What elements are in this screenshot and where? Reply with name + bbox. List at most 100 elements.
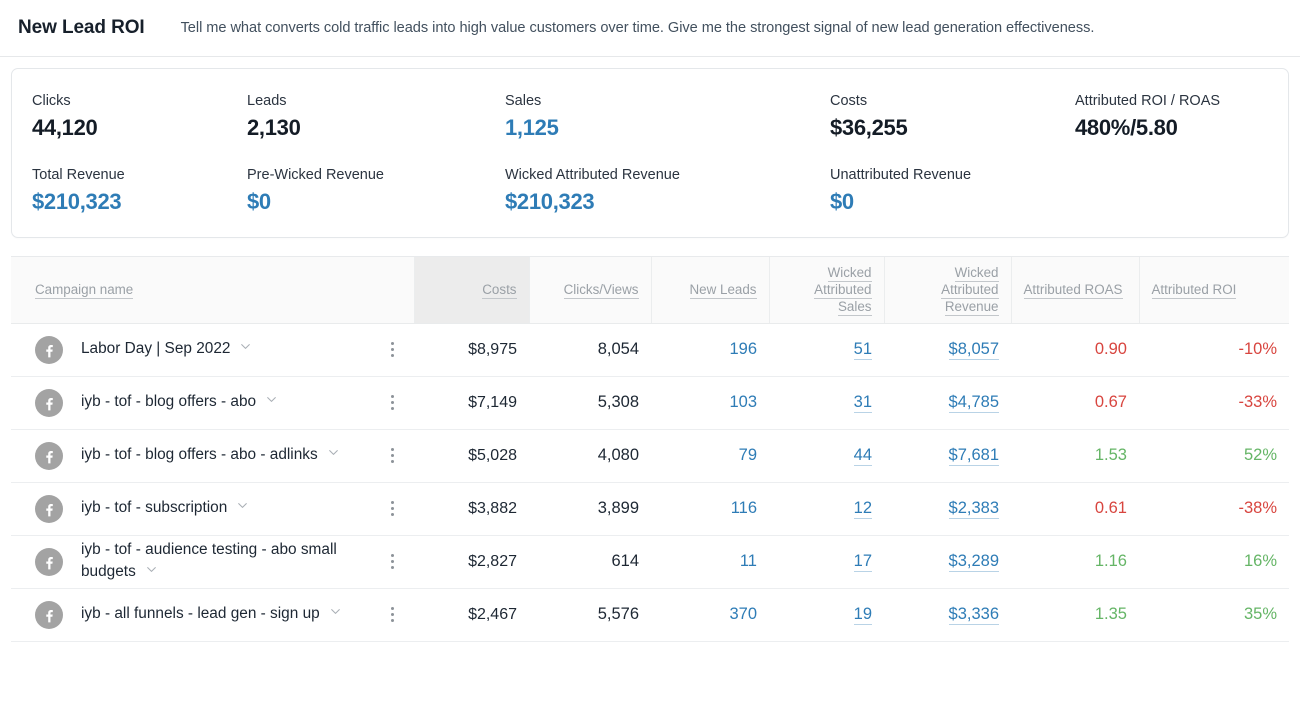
cell-wicked-attributed-sales[interactable]: 31 bbox=[769, 376, 884, 429]
row-actions-menu-icon[interactable] bbox=[382, 554, 402, 569]
cell-new-leads[interactable]: 196 bbox=[651, 323, 769, 376]
table-row[interactable]: Labor Day | Sep 2022 $8,975 8,054 196 51 $8,0… bbox=[11, 323, 1289, 376]
row-actions-menu-icon[interactable] bbox=[382, 501, 402, 516]
cell-wicked-attributed-sales[interactable]: 19 bbox=[769, 588, 884, 641]
campaign-name-label[interactable]: iyb - all funnels - lead gen - sign up bbox=[81, 603, 376, 625]
cell-costs: $5,028 bbox=[468, 446, 517, 464]
chevron-down-icon[interactable] bbox=[265, 391, 278, 413]
kpi-sales-value[interactable]: 1,125 bbox=[505, 115, 830, 141]
table-row[interactable]: iyb - tof - blog offers - abo $7,149 5,308… bbox=[11, 376, 1289, 429]
table-row[interactable]: iyb - tof - subscription $3,882 3,899 116 12… bbox=[11, 482, 1289, 535]
cell-wicked-attributed-revenue[interactable]: $8,057 bbox=[884, 323, 1011, 376]
table-row[interactable]: iyb - tof - audience testing - abo small… bbox=[11, 535, 1289, 588]
cell-attributed-roi: 35% bbox=[1243, 605, 1277, 623]
chevron-down-icon[interactable] bbox=[145, 561, 158, 583]
cell-clicks-views: 5,308 bbox=[597, 393, 639, 411]
chevron-down-icon[interactable] bbox=[329, 603, 342, 625]
chevron-down-icon[interactable] bbox=[327, 444, 340, 466]
cell-clicks-views: 5,576 bbox=[597, 605, 639, 623]
cell-clicks-views: 3,899 bbox=[597, 499, 639, 517]
kpi-leads-value: 2,130 bbox=[247, 115, 301, 140]
facebook-icon bbox=[35, 547, 63, 576]
cell-wicked-attributed-revenue[interactable]: $3,289 bbox=[884, 535, 1011, 588]
column-header-campaign-name[interactable]: Campaign name bbox=[11, 257, 415, 324]
kpi-wicked-attributed-revenue: Wicked Attributed Revenue $210,323 bbox=[505, 167, 830, 215]
column-header-wicked-attributed-revenue-label: Wicked Attributed Revenue bbox=[941, 265, 999, 317]
kpi-clicks: Clicks 44,120 bbox=[32, 93, 247, 141]
kpi-row-revenue: Total Revenue $210,323 Pre-Wicked Revenu… bbox=[12, 167, 1288, 215]
column-header-attributed-roas[interactable]: Attributed ROAS bbox=[1011, 257, 1140, 324]
kpi-pre-wicked-revenue-value[interactable]: $0 bbox=[247, 189, 505, 215]
cell-clicks-views: 614 bbox=[611, 552, 639, 570]
column-header-clicks-views[interactable]: Clicks/Views bbox=[529, 257, 652, 324]
row-actions-menu-icon[interactable] bbox=[382, 448, 402, 463]
row-actions-menu-icon[interactable] bbox=[382, 395, 402, 410]
cell-costs: $2,467 bbox=[468, 605, 517, 623]
cell-new-leads[interactable]: 116 bbox=[651, 482, 769, 535]
kpi-leads-label: Leads bbox=[247, 93, 287, 109]
campaign-name-cell[interactable]: iyb - all funnels - lead gen - sign up bbox=[11, 588, 414, 641]
kpi-costs: Costs $36,255 bbox=[830, 93, 1075, 141]
cell-wicked-attributed-sales[interactable]: 51 bbox=[769, 323, 884, 376]
campaign-name-cell[interactable]: iyb - tof - audience testing - abo small… bbox=[11, 535, 414, 588]
cell-new-leads[interactable]: 370 bbox=[651, 588, 769, 641]
table-row[interactable]: iyb - tof - blog offers - abo - adlinks $… bbox=[11, 429, 1289, 482]
chevron-down-icon[interactable] bbox=[236, 497, 249, 519]
campaign-name-label[interactable]: iyb - tof - blog offers - abo - adlinks bbox=[81, 444, 376, 466]
facebook-icon bbox=[35, 494, 63, 523]
campaign-name-cell[interactable]: iyb - tof - blog offers - abo bbox=[11, 376, 414, 429]
column-header-attributed-roi-label: Attributed ROI bbox=[1151, 282, 1237, 300]
kpi-costs-value: $36,255 bbox=[830, 115, 908, 140]
cell-attributed-roi: -33% bbox=[1238, 393, 1277, 411]
kpi-attributed-roi-roas: Attributed ROI / ROAS 480%/5.80 bbox=[1075, 93, 1275, 141]
cell-new-leads[interactable]: 79 bbox=[651, 429, 769, 482]
row-actions-menu-icon[interactable] bbox=[382, 342, 402, 357]
cell-attributed-roas: 0.90 bbox=[1094, 340, 1127, 358]
kpi-wicked-attributed-revenue-value[interactable]: $210,323 bbox=[505, 189, 830, 215]
cell-wicked-attributed-sales[interactable]: 12 bbox=[769, 482, 884, 535]
column-header-new-leads-label: New Leads bbox=[689, 282, 757, 300]
campaign-name-label[interactable]: iyb - tof - audience testing - abo small… bbox=[81, 539, 376, 583]
page-header: New Lead ROI Tell me what converts cold … bbox=[0, 0, 1300, 57]
kpi-total-revenue: Total Revenue $210,323 bbox=[32, 167, 247, 215]
kpi-unattributed-revenue: Unattributed Revenue $0 bbox=[830, 167, 1075, 215]
campaign-name-cell[interactable]: Labor Day | Sep 2022 bbox=[11, 323, 414, 376]
kpi-leads: Leads 2,130 bbox=[247, 93, 505, 141]
cell-new-leads[interactable]: 103 bbox=[651, 376, 769, 429]
cell-wicked-attributed-revenue[interactable]: $4,785 bbox=[884, 376, 1011, 429]
cell-wicked-attributed-revenue[interactable]: $7,681 bbox=[884, 429, 1011, 482]
campaign-name-label[interactable]: iyb - tof - subscription bbox=[81, 497, 376, 519]
kpi-unattributed-revenue-value[interactable]: $0 bbox=[830, 189, 1075, 215]
kpi-costs-label: Costs bbox=[830, 93, 868, 109]
kpi-unattributed-revenue-label: Unattributed Revenue bbox=[830, 167, 972, 183]
cell-attributed-roi: 16% bbox=[1243, 552, 1277, 570]
campaign-name-label[interactable]: Labor Day | Sep 2022 bbox=[81, 338, 376, 360]
campaign-table: Campaign name Costs Clicks/Views New Lea… bbox=[11, 257, 1289, 642]
column-header-attributed-roi[interactable]: Attributed ROI bbox=[1139, 257, 1289, 324]
column-header-new-leads[interactable]: New Leads bbox=[651, 257, 770, 324]
cell-wicked-attributed-revenue[interactable]: $3,336 bbox=[884, 588, 1011, 641]
kpi-pre-wicked-revenue: Pre-Wicked Revenue $0 bbox=[247, 167, 505, 215]
cell-wicked-attributed-revenue[interactable]: $2,383 bbox=[884, 482, 1011, 535]
kpi-attributed-roi-roas-label: Attributed ROI / ROAS bbox=[1075, 93, 1221, 109]
column-header-wicked-attributed-revenue[interactable]: Wicked Attributed Revenue bbox=[884, 257, 1012, 324]
kpi-pre-wicked-revenue-label: Pre-Wicked Revenue bbox=[247, 167, 384, 183]
column-header-campaign-name-label: Campaign name bbox=[35, 282, 134, 300]
cell-new-leads[interactable]: 11 bbox=[651, 535, 769, 588]
cell-clicks-views: 8,054 bbox=[597, 340, 639, 358]
table-row[interactable]: iyb - all funnels - lead gen - sign up $2… bbox=[11, 588, 1289, 641]
row-actions-menu-icon[interactable] bbox=[382, 607, 402, 622]
chevron-down-icon[interactable] bbox=[239, 338, 252, 360]
column-header-wicked-attributed-sales[interactable]: Wicked Attributed Sales bbox=[769, 257, 885, 324]
cell-wicked-attributed-sales[interactable]: 44 bbox=[769, 429, 884, 482]
kpi-total-revenue-value[interactable]: $210,323 bbox=[32, 189, 247, 215]
cell-attributed-roi: -38% bbox=[1238, 499, 1277, 517]
column-header-costs[interactable]: Costs bbox=[414, 257, 530, 324]
campaign-name-label[interactable]: iyb - tof - blog offers - abo bbox=[81, 391, 376, 413]
campaign-name-cell[interactable]: iyb - tof - subscription bbox=[11, 482, 414, 535]
kpi-total-revenue-label: Total Revenue bbox=[32, 167, 125, 183]
cell-attributed-roas: 1.53 bbox=[1094, 446, 1127, 464]
campaign-name-cell[interactable]: iyb - tof - blog offers - abo - adlinks bbox=[11, 429, 414, 482]
cell-wicked-attributed-sales[interactable]: 17 bbox=[769, 535, 884, 588]
column-header-clicks-views-label: Clicks/Views bbox=[563, 282, 639, 300]
